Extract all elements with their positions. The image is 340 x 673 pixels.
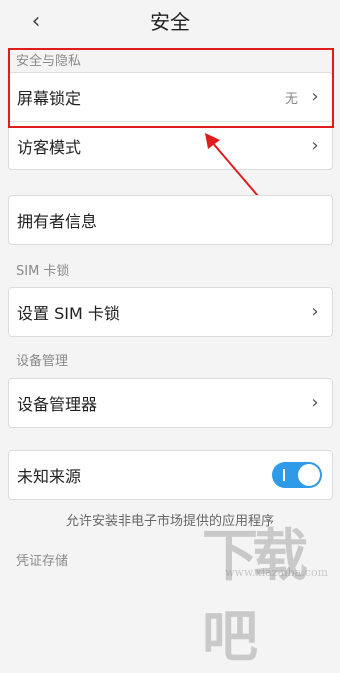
watermark-logo: 下载吧 www.xiazaiba.com [202,511,332,670]
row-owner-info[interactable]: 拥有者信息 [9,196,332,244]
row-set-sim-lock[interactable]: 设置 SIM 卡锁 › [9,288,332,336]
row-label: 未知来源 [17,467,82,486]
toggle-on-mark-icon [283,469,285,481]
card-owner-info: 拥有者信息 [8,195,333,245]
section-label-sim-lock: SIM 卡锁 [16,264,70,279]
watermark-url: www.xiazaiba.com [225,566,328,579]
watermark-text: 下载吧 [202,523,308,670]
chevron-right-icon: › [311,301,319,322]
section-label-credential-storage: 凭证存储 [16,554,69,569]
row-label: 设置 SIM 卡锁 [17,304,120,323]
row-label: 设备管理器 [17,395,98,414]
toggle-knob [298,464,320,486]
card-unknown-sources: 未知来源 [8,450,333,500]
card-sim-lock: 设置 SIM 卡锁 › [8,287,333,337]
row-label: 拥有者信息 [17,212,98,231]
chevron-right-icon: › [311,392,319,413]
unknown-sources-toggle[interactable] [272,462,322,488]
row-unknown-sources: 未知来源 [9,451,332,499]
section-label-device-management: 设备管理 [16,354,69,369]
card-device-admins: 设备管理器 › [8,378,333,428]
row-device-admins[interactable]: 设备管理器 › [9,379,332,427]
